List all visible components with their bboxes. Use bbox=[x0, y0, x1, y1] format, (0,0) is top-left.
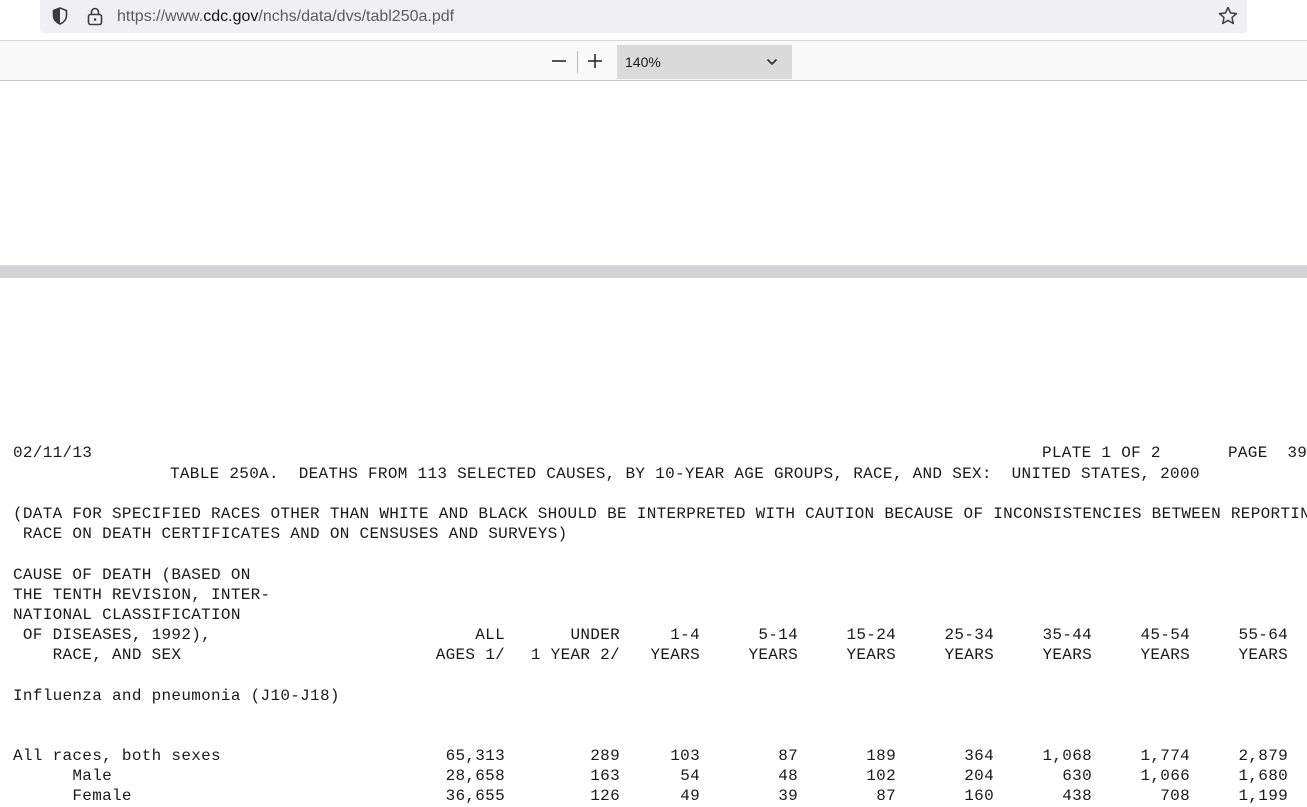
table-cell: 708 bbox=[1160, 787, 1190, 805]
column-header-8: YEARS bbox=[1140, 646, 1190, 664]
table-cell: 1,774 bbox=[1140, 747, 1190, 765]
table-title: TABLE 250A. DEATHS FROM 113 SELECTED CAU… bbox=[170, 465, 1200, 483]
column-header-9: 55-64 bbox=[1238, 626, 1288, 644]
table-cell: 1,199 bbox=[1238, 787, 1288, 805]
plate-number: PLATE 1 OF 2 bbox=[1042, 444, 1161, 462]
stub-header-line: THE TENTH REVISION, INTER- bbox=[13, 586, 271, 604]
table-cell: 49 bbox=[680, 787, 700, 805]
note-line-2: RACE ON DEATH CERTIFICATES AND ON CENSUS… bbox=[13, 525, 568, 543]
table-cell: 630 bbox=[1062, 767, 1092, 785]
note-line-1: (DATA FOR SPECIFIED RACES OTHER THAN WHI… bbox=[13, 505, 1307, 523]
table-cell: 87 bbox=[778, 747, 798, 765]
zoom-value: 140% bbox=[625, 54, 661, 70]
document-date: 02/11/13 bbox=[13, 444, 93, 462]
table-cell: 163 bbox=[590, 767, 620, 785]
stub-header-line: NATIONAL CLASSIFICATION bbox=[13, 606, 241, 624]
table-cell: 2,879 bbox=[1238, 747, 1288, 765]
zoom-out-button[interactable] bbox=[546, 48, 572, 74]
tracking-protection-shield-icon[interactable] bbox=[50, 6, 70, 26]
chevron-down-icon bbox=[766, 58, 778, 66]
url-text[interactable]: https://www.cdc.gov/nchs/data/dvs/tabl25… bbox=[117, 7, 454, 27]
cause-heading: Influenza and pneumonia (J10-J18) bbox=[13, 687, 340, 705]
column-header-5: YEARS bbox=[846, 646, 896, 664]
column-header-6: YEARS bbox=[944, 646, 994, 664]
table-cell: 65,313 bbox=[445, 747, 505, 765]
stub-header-line: CAUSE OF DEATH (BASED ON bbox=[13, 566, 251, 584]
table-cell: 364 bbox=[964, 747, 994, 765]
column-header-7: YEARS bbox=[1042, 646, 1092, 664]
column-header-2: 1 YEAR 2/ bbox=[530, 646, 620, 664]
column-header-8: 45-54 bbox=[1140, 626, 1190, 644]
column-header-3: 1-4 bbox=[670, 626, 700, 644]
pdf-page: 02/11/13 PLATE 1 OF 2 PAGE 39 TABLE 250A… bbox=[0, 278, 1307, 807]
url-prefix: https://www. bbox=[117, 8, 204, 25]
table-cell: 438 bbox=[1062, 787, 1092, 805]
zoom-in-button[interactable] bbox=[582, 48, 608, 74]
table-cell: 103 bbox=[670, 747, 700, 765]
page-number: PAGE 39 bbox=[1228, 444, 1307, 462]
stub-header-line: OF DISEASES, 1992), bbox=[13, 626, 212, 644]
pdf-viewer[interactable]: 02/11/13 PLATE 1 OF 2 PAGE 39 TABLE 250A… bbox=[0, 81, 1307, 807]
table-cell: 289 bbox=[590, 747, 620, 765]
table-cell: 189 bbox=[866, 747, 896, 765]
column-header-9: YEARS bbox=[1238, 646, 1288, 664]
table-cell: 36,655 bbox=[445, 787, 505, 805]
column-header-1: ALL bbox=[475, 626, 505, 644]
column-header-6: 25-34 bbox=[944, 626, 994, 644]
column-header-2: UNDER bbox=[570, 626, 620, 644]
page-separator bbox=[0, 265, 1307, 278]
zoom-select[interactable]: 140% bbox=[617, 45, 792, 79]
table-cell: 160 bbox=[964, 787, 994, 805]
table-cell: 1,068 bbox=[1042, 747, 1092, 765]
table-cell: 1,680 bbox=[1238, 767, 1288, 785]
table-cell: 28,658 bbox=[445, 767, 505, 785]
lock-icon[interactable] bbox=[86, 6, 104, 26]
row-label: Male bbox=[13, 767, 113, 785]
bookmark-star-icon[interactable] bbox=[1217, 5, 1239, 27]
table-cell: 48 bbox=[778, 767, 798, 785]
column-header-4: 5-14 bbox=[758, 626, 798, 644]
toolbar-separator bbox=[577, 51, 578, 73]
pdf-toolbar: 140% bbox=[0, 40, 1307, 81]
url-host: cdc.gov bbox=[203, 8, 259, 25]
row-label: Female bbox=[13, 787, 132, 805]
column-header-7: 35-44 bbox=[1042, 626, 1092, 644]
column-header-5: 15-24 bbox=[846, 626, 896, 644]
table-cell: 126 bbox=[590, 787, 620, 805]
stub-header-line: RACE, AND SEX bbox=[13, 646, 182, 664]
table-cell: 54 bbox=[680, 767, 700, 785]
row-label: All races, both sexes bbox=[13, 747, 221, 765]
column-header-1: AGES 1/ bbox=[435, 646, 505, 664]
table-cell: 102 bbox=[866, 767, 896, 785]
column-header-3: YEARS bbox=[650, 646, 700, 664]
table-cell: 1,066 bbox=[1140, 767, 1190, 785]
url-path: /nchs/data/dvs/tabl250a.pdf bbox=[258, 8, 455, 25]
column-header-4: YEARS bbox=[748, 646, 798, 664]
table-cell: 39 bbox=[778, 787, 798, 805]
table-cell: 204 bbox=[964, 767, 994, 785]
table-cell: 87 bbox=[876, 787, 896, 805]
browser-toolbar: https://www.cdc.gov/nchs/data/dvs/tabl25… bbox=[0, 0, 1307, 40]
